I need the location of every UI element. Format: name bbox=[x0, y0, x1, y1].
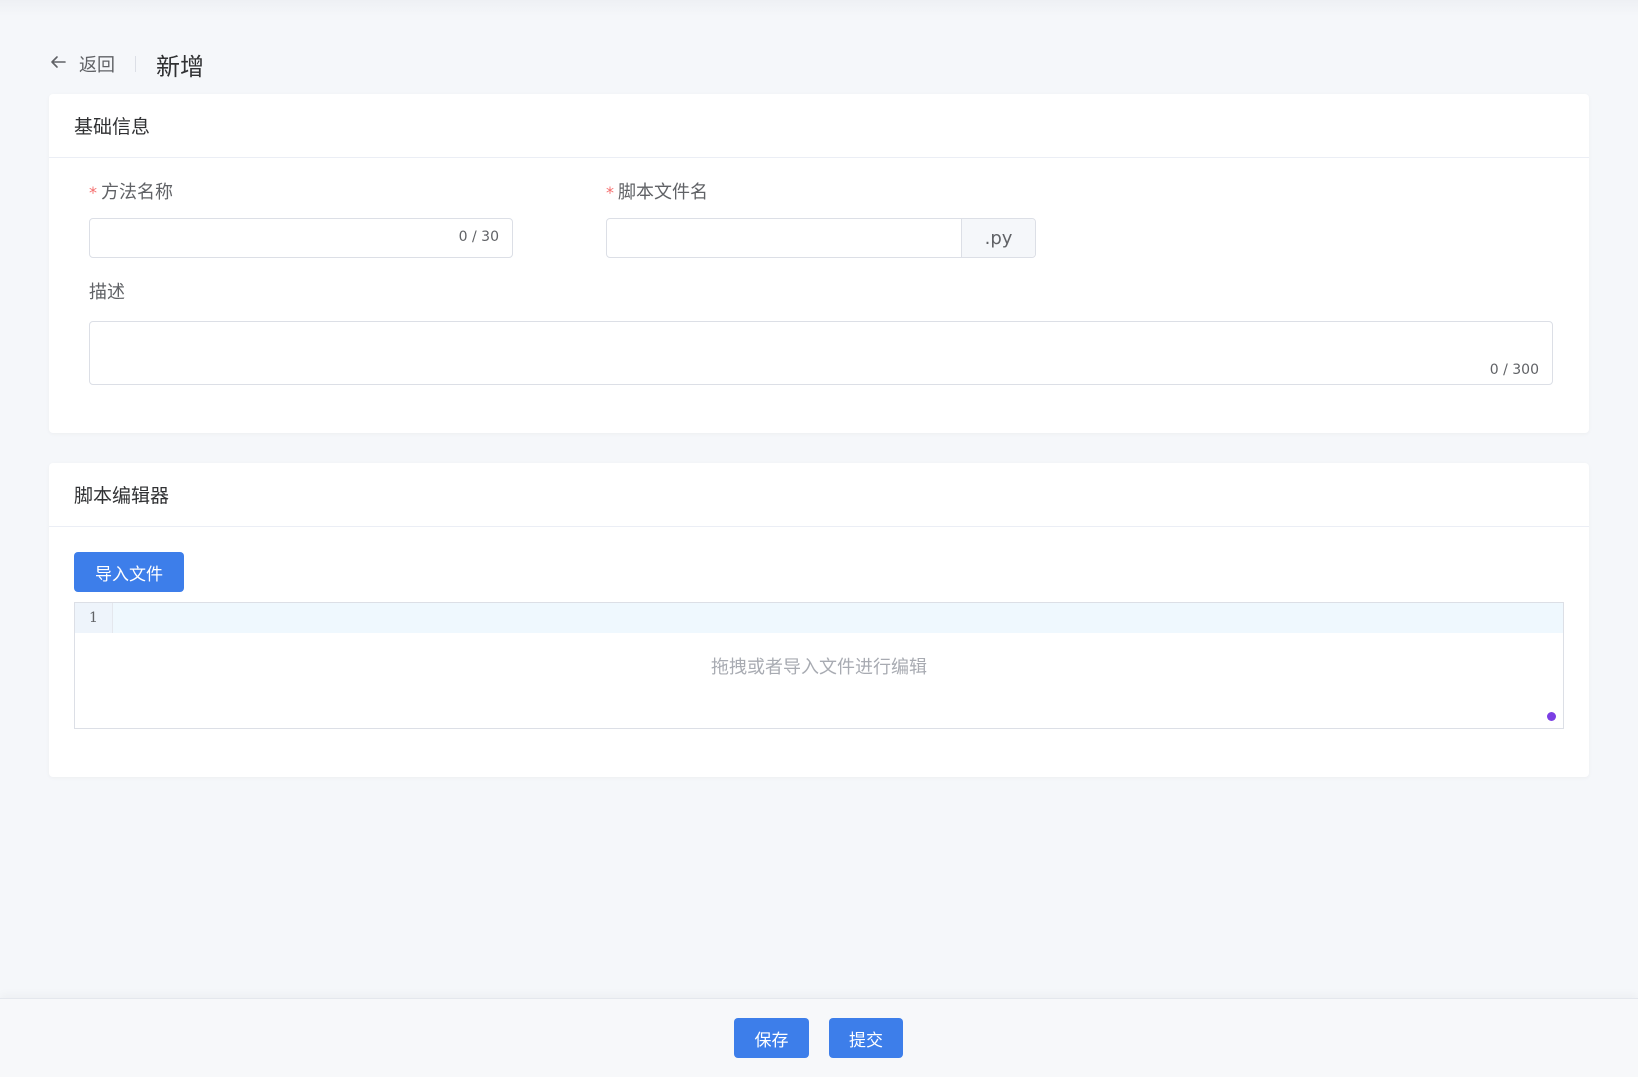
basic-info-card: 基础信息 * 方法名称 0 / 30 * 脚本文件名 .py 描述 0 / 300 bbox=[49, 94, 1589, 433]
basic-info-title: 基础信息 bbox=[49, 94, 1589, 158]
script-filename-label-text: 脚本文件名 bbox=[618, 182, 708, 203]
method-name-counter: 0 / 30 bbox=[458, 229, 499, 245]
script-filename-field[interactable]: .py bbox=[606, 218, 1036, 258]
method-name-field[interactable]: 0 / 30 bbox=[89, 218, 513, 258]
filename-suffix: .py bbox=[961, 219, 1035, 257]
code-editor[interactable]: 1 拖拽或者导入文件进行编辑 bbox=[74, 602, 1564, 729]
back-label: 返回 bbox=[79, 55, 115, 76]
script-filename-input[interactable] bbox=[607, 219, 961, 257]
resize-dot-icon bbox=[1547, 712, 1556, 721]
script-filename-label: * 脚本文件名 bbox=[606, 178, 708, 204]
page-title: 新增 bbox=[156, 52, 204, 81]
arrow-left-icon bbox=[49, 53, 79, 75]
description-label: 描述 bbox=[89, 282, 125, 303]
script-editor-title: 脚本编辑器 bbox=[49, 463, 1589, 527]
required-mark: * bbox=[606, 183, 614, 202]
description-counter: 0 / 300 bbox=[1489, 362, 1539, 378]
back-button[interactable]: 返回 bbox=[49, 51, 115, 77]
description-textarea[interactable] bbox=[90, 322, 1552, 384]
method-name-input[interactable] bbox=[90, 219, 512, 257]
top-shadow bbox=[0, 0, 1638, 16]
import-file-button[interactable]: 导入文件 bbox=[74, 552, 184, 592]
submit-button[interactable]: 提交 bbox=[829, 1018, 903, 1058]
method-name-label-text: 方法名称 bbox=[101, 182, 173, 203]
page-header: 返回 新增 bbox=[49, 46, 204, 82]
header-divider bbox=[135, 56, 136, 72]
line-number: 1 bbox=[75, 603, 113, 633]
footer-bar: 保存 提交 bbox=[0, 998, 1638, 1077]
required-mark: * bbox=[89, 183, 97, 202]
description-field[interactable]: 0 / 300 bbox=[89, 321, 1553, 385]
save-button[interactable]: 保存 bbox=[734, 1018, 809, 1058]
method-name-label: * 方法名称 bbox=[89, 178, 173, 204]
script-editor-card: 脚本编辑器 导入文件 1 拖拽或者导入文件进行编辑 bbox=[49, 463, 1589, 777]
active-line-highlight bbox=[113, 603, 1563, 633]
editor-placeholder: 拖拽或者导入文件进行编辑 bbox=[711, 657, 927, 678]
